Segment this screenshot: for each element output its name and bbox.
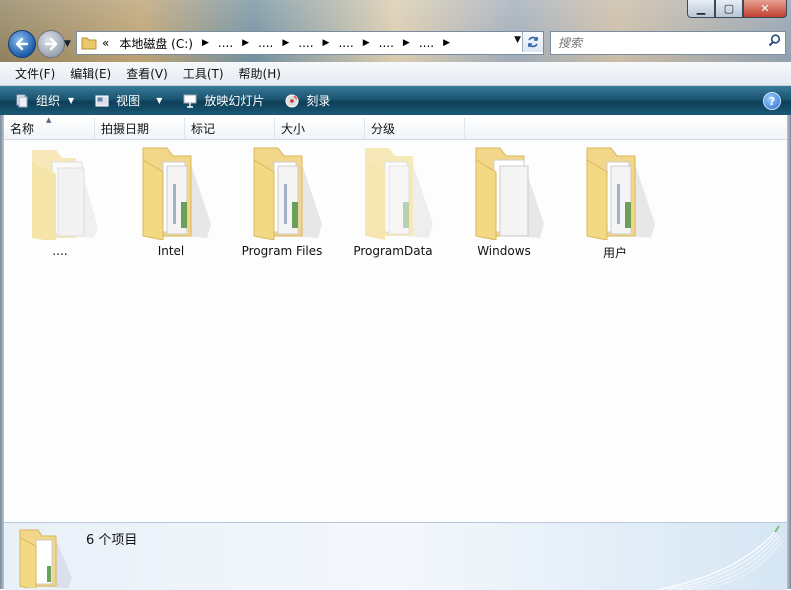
slideshow-icon <box>182 94 198 108</box>
window-frame-right <box>787 62 791 589</box>
breadcrumb-item[interactable]: 本地磁盘 (C:) <box>114 35 198 52</box>
burn-label: 刻录 <box>306 94 331 108</box>
breadcrumb-item[interactable]: .... <box>333 36 358 50</box>
column-header-row: 名称 ▲ 拍摄日期 标记 大小 分级 <box>4 116 787 140</box>
column-header-tags[interactable]: 标记 <box>185 118 275 139</box>
file-list[interactable]: .... Intel Program Files ProgramData Win… <box>4 140 787 521</box>
slideshow-button[interactable]: 放映幻灯片 <box>176 89 270 113</box>
address-dropdown-icon[interactable]: ▼ <box>514 35 521 45</box>
recent-pages-dropdown[interactable]: ▼ <box>64 39 71 49</box>
column-label: 标记 <box>191 122 216 136</box>
folder-item[interactable]: ProgramData <box>341 144 445 258</box>
folder-icon <box>586 147 655 240</box>
folder-icon <box>142 147 211 240</box>
breadcrumb-item[interactable]: .... <box>414 36 439 50</box>
folder-icon <box>475 147 544 240</box>
chevron-right-icon[interactable]: ▶ <box>278 38 293 48</box>
sort-ascending-icon: ▲ <box>46 116 52 124</box>
details-pane: 6 个项目 <box>4 522 787 590</box>
forward-button[interactable] <box>37 30 65 58</box>
folder-icon <box>253 147 322 240</box>
search-input[interactable] <box>556 35 760 51</box>
breadcrumb-item[interactable]: .... <box>253 36 278 50</box>
breadcrumb-item[interactable]: .... <box>374 36 399 50</box>
command-bar: 组织 ▼ 视图 ▼ 放映幻灯片 刻录 ? <box>0 86 791 115</box>
close-button[interactable]: ✕ <box>743 0 787 18</box>
menu-tools[interactable]: 工具(T) <box>176 65 231 82</box>
folder-label: Windows <box>477 244 531 258</box>
breadcrumb-overflow[interactable]: « <box>97 36 114 50</box>
burn-button[interactable]: 刻录 <box>278 89 336 113</box>
decorative-swoosh <box>657 525 784 590</box>
folder-label: ProgramData <box>353 244 433 258</box>
column-header-size[interactable]: 大小 <box>275 118 365 139</box>
help-icon[interactable]: ? <box>763 92 781 110</box>
column-label: 大小 <box>281 122 306 136</box>
refresh-button[interactable] <box>522 32 543 52</box>
chevron-right-icon[interactable]: ▶ <box>399 38 414 48</box>
maximize-button[interactable]: ▢ <box>715 0 743 18</box>
minimize-button[interactable]: ▁ <box>687 0 715 18</box>
folder-faded-icon <box>32 150 98 240</box>
search-icon[interactable] <box>768 34 781 51</box>
column-label: 拍摄日期 <box>101 122 150 136</box>
breadcrumb: « 本地磁盘 (C:) ▶ .... ▶ .... ▶ .... ▶ .... ▶ ...… <box>97 35 454 52</box>
item-count: 6 个项目 <box>86 533 138 548</box>
column-header-rating[interactable]: 分级 <box>365 118 465 139</box>
chevron-right-icon[interactable]: ▶ <box>238 38 253 48</box>
search-box[interactable] <box>550 31 786 55</box>
chevron-right-icon[interactable]: ▶ <box>319 38 334 48</box>
organize-icon <box>14 94 30 108</box>
chevron-down-icon: ▼ <box>68 96 75 105</box>
menu-file[interactable]: 文件(F) <box>8 65 62 82</box>
column-label: 名称 <box>10 122 35 136</box>
column-label: 分级 <box>371 122 396 136</box>
organize-button[interactable]: 组织 ▼ <box>8 89 80 113</box>
window-controls: ▁ ▢ ✕ <box>687 0 787 18</box>
folder-faded-icon <box>365 148 433 240</box>
column-header-name[interactable]: 名称 ▲ <box>4 116 95 139</box>
slideshow-label: 放映幻灯片 <box>204 94 265 108</box>
chevron-down-icon: ▼ <box>156 96 163 105</box>
chevron-right-icon[interactable]: ▶ <box>198 38 213 48</box>
back-button[interactable] <box>8 30 36 58</box>
folder-label: Intel <box>157 244 185 258</box>
chevron-right-icon[interactable]: ▶ <box>359 38 374 48</box>
refresh-icon <box>528 36 538 48</box>
folder-item[interactable]: 用户 <box>563 144 667 261</box>
menu-edit[interactable]: 编辑(E) <box>63 65 118 82</box>
views-icon <box>94 94 110 108</box>
views-label: 视图 <box>116 94 141 108</box>
menu-bar: 文件(F) 编辑(E) 查看(V) 工具(T) 帮助(H) <box>0 62 791 86</box>
folder-label: .... <box>52 244 68 258</box>
breadcrumb-item[interactable]: .... <box>293 36 318 50</box>
folder-label: Program Files <box>241 244 323 258</box>
address-bar[interactable]: « 本地磁盘 (C:) ▶ .... ▶ .... ▶ .... ▶ .... ▶ ...… <box>76 31 544 55</box>
folder-label: 用户 <box>602 246 627 260</box>
folder-icon <box>19 529 72 588</box>
column-header-date-taken[interactable]: 拍摄日期 <box>95 118 185 139</box>
arrow-left-icon <box>15 37 29 51</box>
folder-item[interactable]: Intel <box>119 144 223 258</box>
menu-view[interactable]: 查看(V) <box>119 65 175 82</box>
folder-item[interactable]: Windows <box>452 144 556 258</box>
views-button[interactable]: 视图 ▼ <box>88 89 168 113</box>
disc-burn-icon <box>284 94 300 108</box>
folder-icon <box>81 37 97 50</box>
folder-item[interactable]: Program Files <box>230 144 334 258</box>
folder-item[interactable]: .... <box>8 144 112 258</box>
chevron-right-icon[interactable]: ▶ <box>439 38 454 48</box>
arrow-right-icon <box>44 37 58 51</box>
organize-label: 组织 <box>36 94 61 108</box>
breadcrumb-item[interactable]: .... <box>213 36 238 50</box>
menu-help[interactable]: 帮助(H) <box>232 65 288 82</box>
